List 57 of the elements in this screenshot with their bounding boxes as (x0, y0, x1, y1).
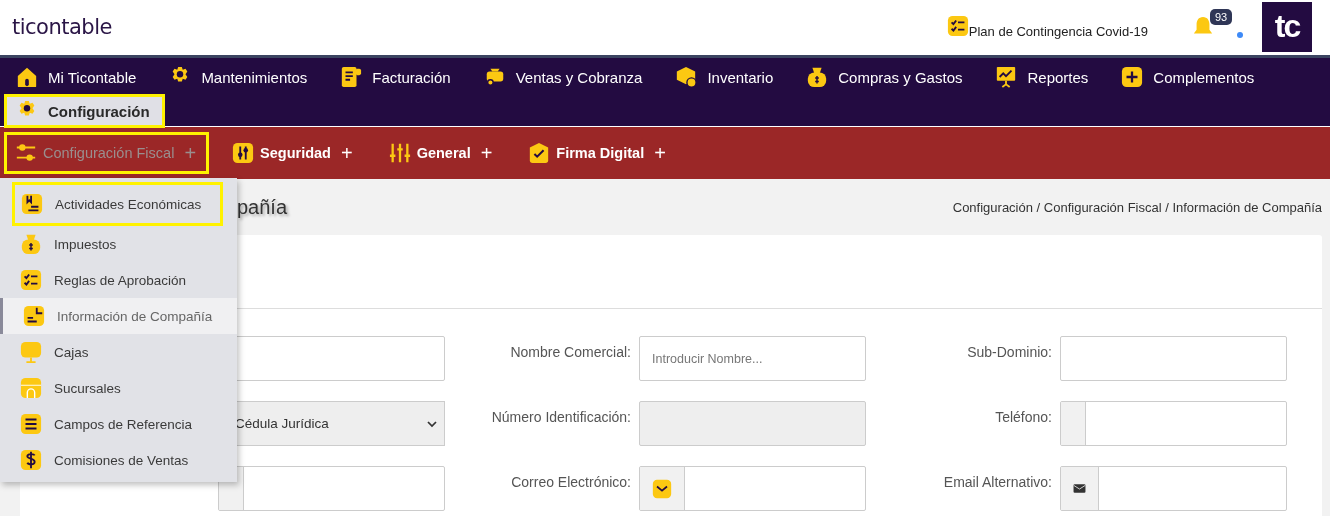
plus-icon (1121, 66, 1144, 88)
menu-item[interactable]: Configuración (4, 94, 165, 128)
announcement-link[interactable]: Plan de Contingencia Covid-19 (968, 23, 1148, 39)
equalizer-icon (388, 142, 411, 164)
field-label: Número Identificación: (490, 409, 631, 425)
submenu-item[interactable]: General + (377, 132, 506, 174)
input-field[interactable] (218, 466, 445, 511)
dropdown-item[interactable]: Reglas de Aprobación (0, 262, 237, 298)
logo[interactable]: ticontable (12, 14, 112, 39)
money-bag-icon (20, 233, 42, 255)
submenu-item[interactable]: Firma Digital + (517, 132, 679, 174)
store-icon (20, 377, 42, 399)
dropdown-item[interactable]: Cajas (0, 334, 237, 370)
checklist-icon (20, 269, 42, 291)
input-field[interactable] (639, 466, 866, 511)
field-label: Teléfono: (994, 409, 1052, 425)
boxes-icon (675, 66, 698, 88)
status-dot (1237, 31, 1243, 38)
home-icon (16, 66, 38, 88)
sliders-icon (15, 142, 37, 164)
page-title: pañía (237, 195, 288, 219)
sliders-icon (232, 142, 255, 164)
submenu-item[interactable]: Seguridad + (221, 132, 366, 174)
document-icon (23, 305, 45, 327)
money-bag-icon (806, 66, 829, 88)
field-label: Sub-Dominio: (966, 344, 1052, 360)
receipt-icon (340, 66, 363, 88)
checklist-icon (946, 14, 969, 37)
menu-item[interactable]: Mantenimientos (157, 60, 323, 94)
dollar-icon (20, 449, 42, 471)
menu-item[interactable]: Reportes (983, 60, 1104, 94)
input-field[interactable] (1060, 401, 1287, 446)
monitor-icon (20, 341, 42, 363)
envelope-icon (1073, 482, 1086, 495)
dropdown-item[interactable]: Actividades Económicas (12, 182, 223, 226)
menu-item[interactable]: Compras y Gastos (794, 60, 978, 94)
brand-logo[interactable]: tc (1262, 1, 1312, 52)
dropdown-item[interactable]: Información de Compañía (0, 298, 237, 334)
field-label: Correo Electrónico: (510, 474, 631, 490)
chart-board-icon (995, 66, 1018, 88)
menu-item[interactable]: Complementos (1109, 60, 1270, 94)
envelope-icon (652, 478, 672, 499)
field-label: Nombre Comercial: (509, 344, 631, 360)
menu-item[interactable]: Mi Ticontable (4, 60, 152, 94)
notification-badge: 93 (1210, 8, 1233, 25)
menu-item[interactable]: Ventas y Cobranza (471, 60, 658, 94)
book-icon (21, 193, 43, 215)
dropdown-item[interactable]: Impuestos (0, 226, 237, 262)
input-field[interactable] (1060, 466, 1287, 511)
menu-item[interactable]: Inventario (663, 60, 789, 94)
menu-item[interactable]: Facturación (328, 60, 466, 94)
text-field[interactable]: Introducir Nombre... (639, 336, 866, 381)
field-label: Email Alternativo: (942, 474, 1052, 490)
check-shield-icon (528, 142, 551, 164)
list-icon (20, 413, 42, 435)
breadcrumb: Configuración / Configuración Fiscal / Información de Compañía (952, 199, 1322, 215)
text-field[interactable] (1060, 336, 1287, 381)
